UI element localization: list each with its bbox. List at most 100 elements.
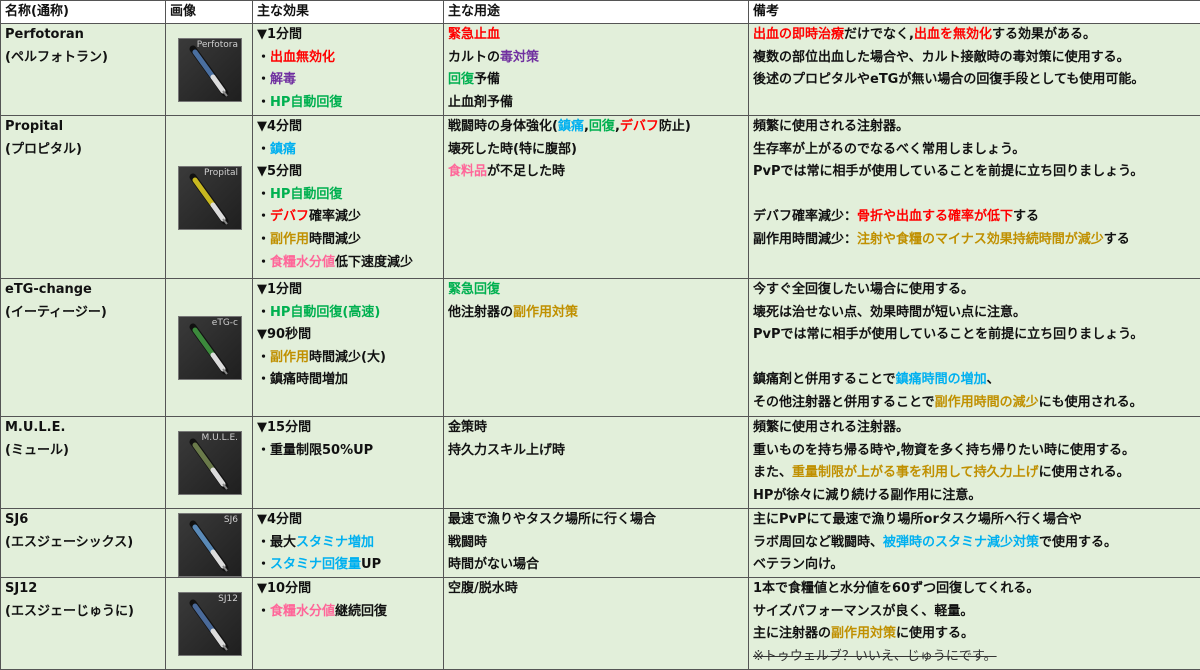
injector-image: Propital <box>178 165 242 230</box>
usage-text: 防止) <box>658 119 691 134</box>
cell-name: Propital (プロピタル) <box>0 115 166 279</box>
injector-image: SJ12 <box>178 592 242 656</box>
note-text: 出血を無効化 <box>913 27 992 42</box>
image-label: M.U.L.E. <box>201 433 239 443</box>
header-effect: 主な効果 <box>252 0 444 24</box>
cell-notes: 今すぐ全回復したい場合に使用する。壊死は治せない点、効果時間が短い点に注意。 Pv… <box>748 278 1200 417</box>
effect-text: ・最大 <box>257 534 297 550</box>
cell-name: Perfotoran (ペルフォトラン) <box>0 23 166 116</box>
note-line: また、重量制限が上がる事を利用して持久力上げに使用される。 <box>753 462 1200 485</box>
effect-text: 解毒 <box>270 72 297 88</box>
note-line: 鎮痛剤と併用することで鎮痛時間の増加、 <box>753 369 1200 392</box>
usage-line: 時間がない場合 <box>448 554 748 576</box>
note-text: サイズパフォーマンスが良く、軽量。 <box>753 603 974 619</box>
note-line: 主にPvPにて最速で漁り場所orタスク場所へ行く場合や <box>753 510 1200 532</box>
note-text: に使用する。 <box>896 626 975 642</box>
note-text: 1本で食糧値と水分値を60ずつ回復してくれる。 <box>753 581 1040 596</box>
note-text: 、 <box>986 372 1000 388</box>
note-text: 重いものを持ち帰る時や,物資を多く持ち帰りたい時に使用する。 <box>753 442 1135 458</box>
effect-text: ・ <box>257 557 271 573</box>
effect-line: ・鎮痛時間増加 <box>257 369 443 392</box>
image-label: SJ6 <box>223 515 238 525</box>
usage-text: 食料品 <box>448 164 488 180</box>
note-text: 今すぐ全回復したい場合に使用する。 <box>753 282 975 297</box>
injector-image: eTG-c <box>178 316 242 380</box>
note-line: 頻繁に使用される注射器。 <box>753 418 1200 440</box>
effect-text: ▼4分間 <box>257 512 303 527</box>
note-text: 主にPvPにて最速で漁り場所orタスク場所へ行く場合や <box>753 512 1082 527</box>
table-row: eTG-change (イーティージー) eTG-c ▼1分間 ・HP自動回復(高速) ▼… <box>0 278 1200 417</box>
usage-text: 戦闘時 <box>448 534 488 550</box>
effect-line: ▼5分間 <box>257 161 443 184</box>
table-row: Propital (プロピタル) Propital ▼4分間 ・鎮痛 ▼5分間 ・HP自動回… <box>0 115 1200 279</box>
usage-text: 戦闘時の身体強化( <box>448 119 558 134</box>
usage-text: デバフ <box>619 119 659 134</box>
note-text: PvPでは常に相手が使用していることを前提に立ち回りましょう。 <box>753 327 1144 343</box>
cell-name: SJ6 (エスジェーシックス) <box>0 508 166 578</box>
usage-text: 最速で漁りやタスク場所に行く場合 <box>448 512 657 527</box>
table-body: Perfotoran (ペルフォトラン) Perfotora ▼1分間 ・出血無効化 ・解… <box>0 23 1200 670</box>
header-row: 名称(通称) 画像 主な効果 主な用途 備考 <box>0 0 1200 24</box>
effect-text: 副作用 <box>270 231 310 247</box>
table-row: SJ6 (エスジェーシックス) SJ6 ▼4分間 ・最大スタミナ増加 ・スタミナ回復量UP… <box>0 508 1200 578</box>
note-text: 後述のプロピタルやeTGが無い場合の回復手段としても使用可能。 <box>753 72 1145 88</box>
usage-line: 金策時 <box>448 418 748 440</box>
note-text: PvPでは常に相手が使用していることを前提に立ち回りましょう。 <box>753 164 1144 180</box>
effect-text: UP <box>361 557 382 573</box>
effect-text: HP自動回復 <box>270 94 343 110</box>
note-text: 被弾時のスタミナ減少対策 <box>883 534 1040 550</box>
usage-line: 緊急止血 <box>448 25 748 47</box>
injector-image: SJ6 <box>178 513 242 577</box>
note-text: 鎮痛時間の増加 <box>895 372 987 388</box>
table-row: M.U.L.E. (ミュール) M.U.L.E. ▼15分間 ・重量制限50%UP 金策時… <box>0 416 1200 509</box>
cell-image: Propital <box>165 115 253 279</box>
note-text: 頻繁に使用される注射器。 <box>753 420 910 435</box>
effect-text: ▼90秒間 <box>257 327 312 343</box>
effect-line: ・デバフ確率減少 <box>257 206 443 229</box>
note-line <box>753 347 1200 370</box>
cell-name: M.U.L.E. (ミュール) <box>0 416 166 509</box>
effect-line: ・食糧水分値継続回復 <box>257 601 443 624</box>
image-label: Perfotora <box>196 40 238 50</box>
note-text: する <box>1103 231 1130 247</box>
header-notes: 備考 <box>748 0 1200 24</box>
effect-line: ▼1分間 <box>257 280 443 302</box>
note-text: 鎮痛剤と併用することで <box>753 372 896 388</box>
effect-text: ・ <box>257 349 271 365</box>
usage-text: 鎮痛 <box>557 119 584 134</box>
cell-name: eTG-change (イーティージー) <box>0 278 166 417</box>
usage-line: 回復予備 <box>448 69 748 92</box>
effect-text: ・ <box>257 209 271 225</box>
effect-text: スタミナ回復量 <box>270 557 362 573</box>
cell-effect: ▼15分間 ・重量制限50%UP <box>252 416 444 509</box>
note-line <box>753 184 1200 207</box>
note-text: だけでなく, <box>844 27 914 42</box>
usage-line: 食料品が不足した時 <box>448 161 748 184</box>
note-text: 頻繁に使用される注射器。 <box>753 119 910 134</box>
effect-text: 確率減少 <box>309 209 362 225</box>
note-text: 骨折や出血する確率が低下 <box>857 209 1014 225</box>
note-line: 壊死は治せない点、効果時間が短い点に注意。 <box>753 302 1200 325</box>
usage-text: カルトの <box>448 49 501 65</box>
effect-text: HP自動回復 <box>270 186 343 202</box>
effect-line: ▼1分間 <box>257 25 443 47</box>
effect-text: 食糧水分値 <box>270 254 336 270</box>
note-line: 重いものを持ち帰る時や,物資を多く持ち帰りたい時に使用する。 <box>753 440 1200 463</box>
effect-text: 低下速度減少 <box>335 254 414 270</box>
effect-text: 副作用 <box>270 349 310 365</box>
effect-text: ▼15分間 <box>257 420 312 435</box>
note-line: 生存率が上がるのでなるべく常用しましょう。 <box>753 139 1200 162</box>
note-line: 主に注射器の副作用対策に使用する。 <box>753 623 1200 646</box>
item-name: M.U.L.E. <box>5 420 66 435</box>
note-line: デバフ確率減少：骨折や出血する確率が低下する <box>753 206 1200 229</box>
effect-text: 時間減少 <box>309 231 362 247</box>
usage-text: 他注射器の <box>448 304 514 320</box>
image-label: SJ12 <box>218 594 238 604</box>
item-reading: (エスジェーじゅうに) <box>5 603 134 619</box>
header-image: 画像 <box>165 0 253 24</box>
usage-text: 緊急回復 <box>448 282 501 297</box>
effect-text: ▼10分間 <box>257 581 312 596</box>
usage-line: 持久力スキル上げ時 <box>448 440 748 463</box>
usage-text: 副作用対策 <box>513 304 579 320</box>
note-line: ※トゥウェルブ？いいえ、じゅうにです。 <box>753 646 1200 669</box>
